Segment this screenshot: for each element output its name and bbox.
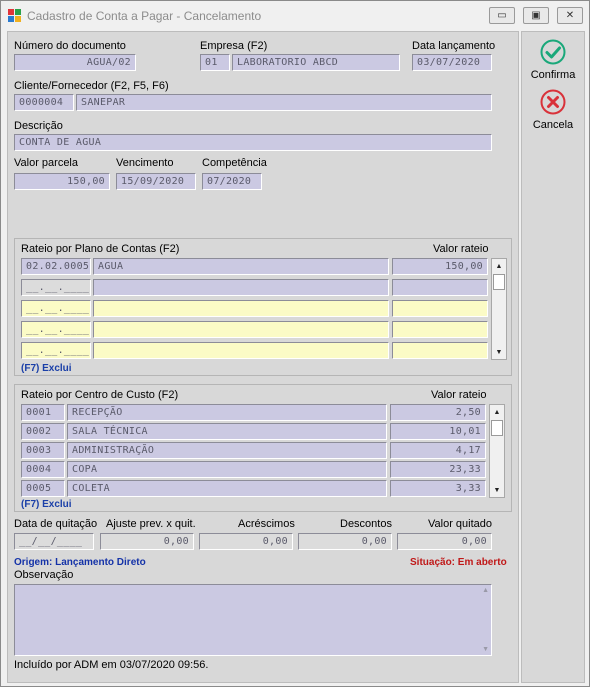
action-toolbar: Confirma Cancela: [521, 31, 585, 683]
minimize-icon: ▭: [497, 9, 507, 21]
rateio-plano-value-header: Valor rateio: [433, 243, 489, 255]
close-icon: ✕: [565, 9, 575, 21]
plano-row-name: [93, 342, 389, 359]
rateio-centro-title: Rateio por Centro de Custo (F2): [21, 389, 179, 401]
cliente-label: Cliente/Fornecedor (F2, F5, F6): [14, 80, 169, 92]
cancel-label: Cancela: [532, 119, 574, 131]
plano-row-code[interactable]: __.__.____: [21, 279, 91, 296]
doc-number-label: Número do documento: [14, 40, 126, 52]
centro-row-value[interactable]: 4,17: [390, 442, 486, 459]
scroll-up-icon[interactable]: ▲: [492, 259, 506, 273]
vencimento-label: Vencimento: [116, 157, 174, 169]
main-panel: Número do documento AGUA/02 Empresa (F2)…: [7, 31, 519, 683]
empresa-code-field[interactable]: 01: [200, 54, 230, 71]
centro-row-code[interactable]: 0004: [21, 461, 65, 478]
plano-row-code[interactable]: 02.02.0005: [21, 258, 91, 275]
empresa-name-field: LABORATORIO ABCD: [232, 54, 400, 71]
data-quitacao-field[interactable]: __/__/____: [14, 533, 94, 550]
plano-row-value[interactable]: 150,00: [392, 258, 488, 275]
x-circle-icon: [540, 89, 566, 115]
origem-text: Origem: Lançamento Direto: [14, 557, 146, 568]
plano-row-value[interactable]: [392, 300, 488, 317]
footer-text: Incluído por ADM em 03/07/2020 09:56.: [14, 659, 209, 671]
scroll-up-icon[interactable]: ▲: [490, 405, 504, 419]
minimize-button[interactable]: ▭: [489, 7, 515, 24]
plano-row-name: [93, 279, 389, 296]
plano-scrollbar[interactable]: ▲ ▼: [491, 258, 507, 360]
window: Cadastro de Conta a Pagar - Cancelamento…: [0, 0, 590, 687]
vencimento-field[interactable]: 15/09/2020: [116, 173, 196, 190]
scroll-down-icon: ▼: [482, 646, 489, 653]
centro-row-value[interactable]: 10,01: [390, 423, 486, 440]
rateio-plano-title: Rateio por Plano de Contas (F2): [21, 243, 180, 255]
centro-row-value[interactable]: 23,33: [390, 461, 486, 478]
descontos-label: Descontos: [340, 518, 392, 530]
data-lancamento-field[interactable]: 03/07/2020: [412, 54, 492, 71]
confirm-label: Confirma: [530, 69, 576, 81]
ajuste-label: Ajuste prev. x quit.: [106, 518, 196, 530]
scroll-up-icon: ▲: [482, 587, 489, 594]
rateio-plano-group: Rateio por Plano de Contas (F2) Valor ra…: [14, 238, 512, 376]
centro-row-code[interactable]: 0005: [21, 480, 65, 497]
descontos-field[interactable]: 0,00: [298, 533, 392, 550]
centro-row-name: RECEPÇÃO: [67, 404, 387, 421]
confirm-button[interactable]: Confirma: [522, 36, 584, 84]
centro-row-name: ADMINISTRAÇÃO: [67, 442, 387, 459]
centro-row-value[interactable]: 2,50: [390, 404, 486, 421]
centro-row-code[interactable]: 0002: [21, 423, 65, 440]
cliente-code-field[interactable]: 0000004: [14, 94, 74, 111]
situacao-text: Situação: Em aberto: [410, 557, 507, 568]
valor-parcela-label: Valor parcela: [14, 157, 78, 169]
scroll-thumb[interactable]: [493, 274, 505, 290]
valor-quitado-field[interactable]: 0,00: [397, 533, 492, 550]
plano-exclui-link[interactable]: (F7) Exclui: [21, 363, 72, 374]
rateio-centro-group: Rateio por Centro de Custo (F2) Valor ra…: [14, 384, 512, 512]
plano-row-name: [93, 321, 389, 338]
centro-row-value[interactable]: 3,33: [390, 480, 486, 497]
plano-row-value[interactable]: [392, 342, 488, 359]
descricao-field[interactable]: CONTA DE AGUA: [14, 134, 492, 151]
plano-row-name: [93, 300, 389, 317]
observacao-label: Observação: [14, 569, 74, 581]
centro-row-name: COPA: [67, 461, 387, 478]
plano-row-name: AGUA: [93, 258, 389, 275]
acrescimos-field[interactable]: 0,00: [199, 533, 293, 550]
maximize-button[interactable]: ▣: [523, 7, 549, 24]
centro-exclui-link[interactable]: (F7) Exclui: [21, 499, 72, 510]
data-quitacao-label: Data de quitação: [14, 518, 98, 530]
app-icon: [8, 9, 21, 22]
competencia-label: Competência: [202, 157, 267, 169]
check-circle-icon: [540, 39, 566, 65]
acrescimos-label: Acréscimos: [238, 518, 295, 530]
data-lancamento-label: Data lançamento: [412, 40, 496, 52]
title-bar: Cadastro de Conta a Pagar - Cancelamento…: [1, 1, 589, 31]
scroll-down-icon[interactable]: ▼: [490, 483, 504, 497]
valor-parcela-field[interactable]: 150,00: [14, 173, 110, 190]
observacao-textarea[interactable]: ▲ ▼: [14, 584, 492, 656]
empresa-label: Empresa (F2): [200, 40, 268, 52]
centro-row-code[interactable]: 0001: [21, 404, 65, 421]
plano-row-value[interactable]: [392, 279, 488, 296]
cancel-button[interactable]: Cancela: [522, 86, 584, 134]
ajuste-field[interactable]: 0,00: [100, 533, 194, 550]
plano-row-code[interactable]: __.__.____: [21, 300, 91, 317]
centro-row-code[interactable]: 0003: [21, 442, 65, 459]
scroll-thumb[interactable]: [491, 420, 503, 436]
plano-row-value[interactable]: [392, 321, 488, 338]
doc-number-field[interactable]: AGUA/02: [14, 54, 136, 71]
plano-row-code[interactable]: __.__.____: [21, 321, 91, 338]
maximize-icon: ▣: [531, 9, 541, 21]
competencia-field[interactable]: 07/2020: [202, 173, 262, 190]
descricao-label: Descrição: [14, 120, 63, 132]
scroll-down-icon[interactable]: ▼: [492, 345, 506, 359]
window-title: Cadastro de Conta a Pagar - Cancelamento: [27, 9, 262, 23]
centro-scrollbar[interactable]: ▲ ▼: [489, 404, 505, 498]
centro-row-name: SALA TÉCNICA: [67, 423, 387, 440]
valor-quitado-label: Valor quitado: [428, 518, 493, 530]
centro-row-name: COLETA: [67, 480, 387, 497]
close-button[interactable]: ✕: [557, 7, 583, 24]
cliente-name-field: SANEPAR: [76, 94, 492, 111]
rateio-centro-value-header: Valor rateio: [431, 389, 487, 401]
plano-row-code[interactable]: __.__.____: [21, 342, 91, 359]
